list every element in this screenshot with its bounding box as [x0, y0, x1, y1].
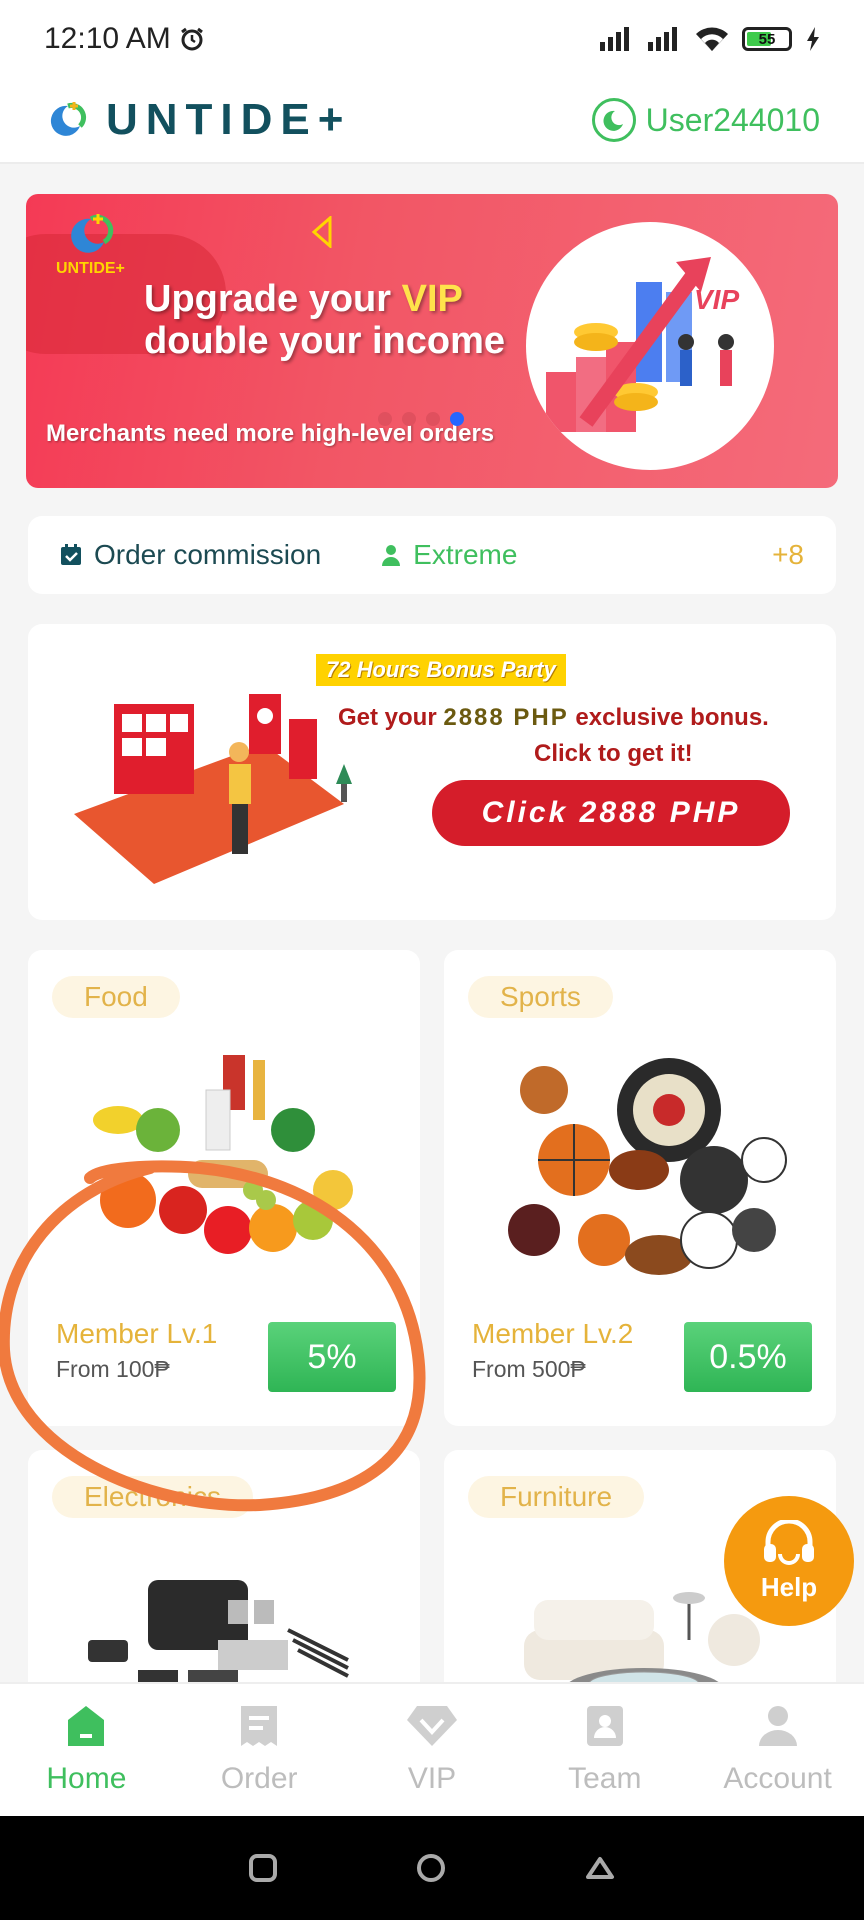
carousel-dot[interactable]	[378, 412, 392, 426]
vip-banner[interactable]: UNTIDE+ Upgrade your VIP double your inc…	[26, 194, 838, 488]
commission-level: Extreme	[381, 539, 517, 571]
nav-label: Account	[723, 1762, 832, 1795]
nav-account[interactable]: Account	[691, 1684, 864, 1816]
claim-bonus-button[interactable]: Click 2888 PHP	[432, 780, 790, 846]
sports-image	[508, 1058, 787, 1275]
order-commission-bar[interactable]: Order commission Extreme +8	[28, 516, 836, 594]
nav-label: VIP	[407, 1762, 457, 1795]
category-card-food[interactable]: Food Member Lv.1 From 100₱ 5%	[28, 950, 420, 1426]
commission-rate-badge[interactable]: 5%	[268, 1322, 396, 1392]
category-tag: Electronics	[52, 1476, 253, 1518]
bottom-nav: Home Order VIP Team Account	[0, 1682, 864, 1816]
banner-title: Upgrade your VIP	[144, 278, 463, 320]
promo-tag: 72 Hours Bonus Party	[316, 654, 566, 686]
member-level: Member Lv.2	[472, 1318, 634, 1349]
banner-brand: UNTIDE+	[56, 260, 125, 277]
bonus-promo-card[interactable]: 72 Hours Bonus Party Get your 2888 PHP e…	[28, 624, 836, 920]
user-profile[interactable]: User244010	[591, 98, 820, 142]
home-nav-icon[interactable]	[415, 1852, 447, 1884]
recents-icon[interactable]	[248, 1853, 278, 1883]
signal-icon	[648, 27, 677, 51]
status-time: 12:10 AM	[44, 22, 171, 55]
nav-vip[interactable]: VIP	[346, 1684, 519, 1816]
headset-icon	[764, 1519, 814, 1565]
diamond-icon	[406, 1706, 457, 1746]
wifi-icon	[696, 27, 728, 51]
commission-level-label: Extreme	[413, 539, 518, 570]
logo-icon	[50, 102, 87, 136]
calendar-check-icon	[61, 544, 81, 565]
brand-name: UNTIDE+	[106, 95, 352, 144]
signal-icon	[600, 27, 629, 51]
battery-icon: 55	[742, 27, 792, 51]
promo-illustration	[74, 694, 352, 884]
banner-illustration: VIP	[526, 222, 774, 470]
category-tag: Furniture	[468, 1476, 645, 1518]
promo-text-line2: Click to get it!	[534, 740, 693, 767]
member-level: Member Lv.1	[56, 1318, 218, 1349]
carousel-dot[interactable]	[426, 412, 440, 426]
alarm-icon	[180, 27, 203, 51]
contact-card-icon	[586, 1706, 623, 1746]
min-amount: From 500₱	[472, 1356, 586, 1382]
status-clock: 12:10 AM	[44, 22, 205, 56]
banner-art-label: VIP	[694, 284, 740, 315]
app-header: UNTIDE+ User244010	[0, 78, 864, 164]
carousel-dot-active[interactable]	[450, 412, 464, 426]
logo-icon	[603, 110, 623, 131]
receipt-icon	[241, 1706, 278, 1746]
system-nav-bar	[0, 1816, 864, 1920]
user-icon	[382, 545, 401, 566]
status-bar: 12:10 AM 55	[0, 0, 864, 78]
nav-team[interactable]: Team	[518, 1684, 691, 1816]
commission-label: Order commission	[94, 539, 322, 570]
nav-home[interactable]: Home	[0, 1684, 173, 1816]
category-card-sports[interactable]: Sports Member Lv.2 From 500₱ 0.5%	[444, 950, 836, 1426]
nav-label: Order	[220, 1762, 298, 1795]
user-icon	[758, 1706, 797, 1746]
home-icon	[68, 1706, 105, 1746]
commission-count: +8	[772, 539, 804, 570]
avatar	[591, 98, 636, 142]
nav-label: Team	[568, 1762, 642, 1795]
help-button[interactable]: Help	[724, 1496, 854, 1626]
banner-logo-icon	[71, 214, 114, 253]
triangle-decoration-icon	[311, 216, 332, 248]
status-icons: 55	[600, 27, 820, 51]
carousel-dot[interactable]	[402, 412, 416, 426]
nav-order[interactable]: Order	[173, 1684, 346, 1816]
food-image	[93, 1055, 353, 1254]
category-tag: Sports	[468, 976, 613, 1018]
back-icon[interactable]	[584, 1853, 616, 1883]
banner-title-line2: double your income	[144, 320, 506, 362]
commission-rate-badge[interactable]: 0.5%	[684, 1322, 812, 1392]
charging-icon	[807, 27, 819, 51]
carousel-dots	[378, 412, 464, 426]
min-amount: From 100₱	[56, 1356, 170, 1382]
category-tag: Food	[52, 976, 180, 1018]
help-label: Help	[760, 1571, 818, 1602]
promo-text: Get your 2888 PHP exclusive bonus.	[338, 704, 769, 731]
nav-label: Home	[46, 1762, 127, 1795]
battery-level: 55	[758, 30, 776, 48]
brand: UNTIDE+	[44, 95, 351, 145]
username: User244010	[645, 101, 820, 138]
